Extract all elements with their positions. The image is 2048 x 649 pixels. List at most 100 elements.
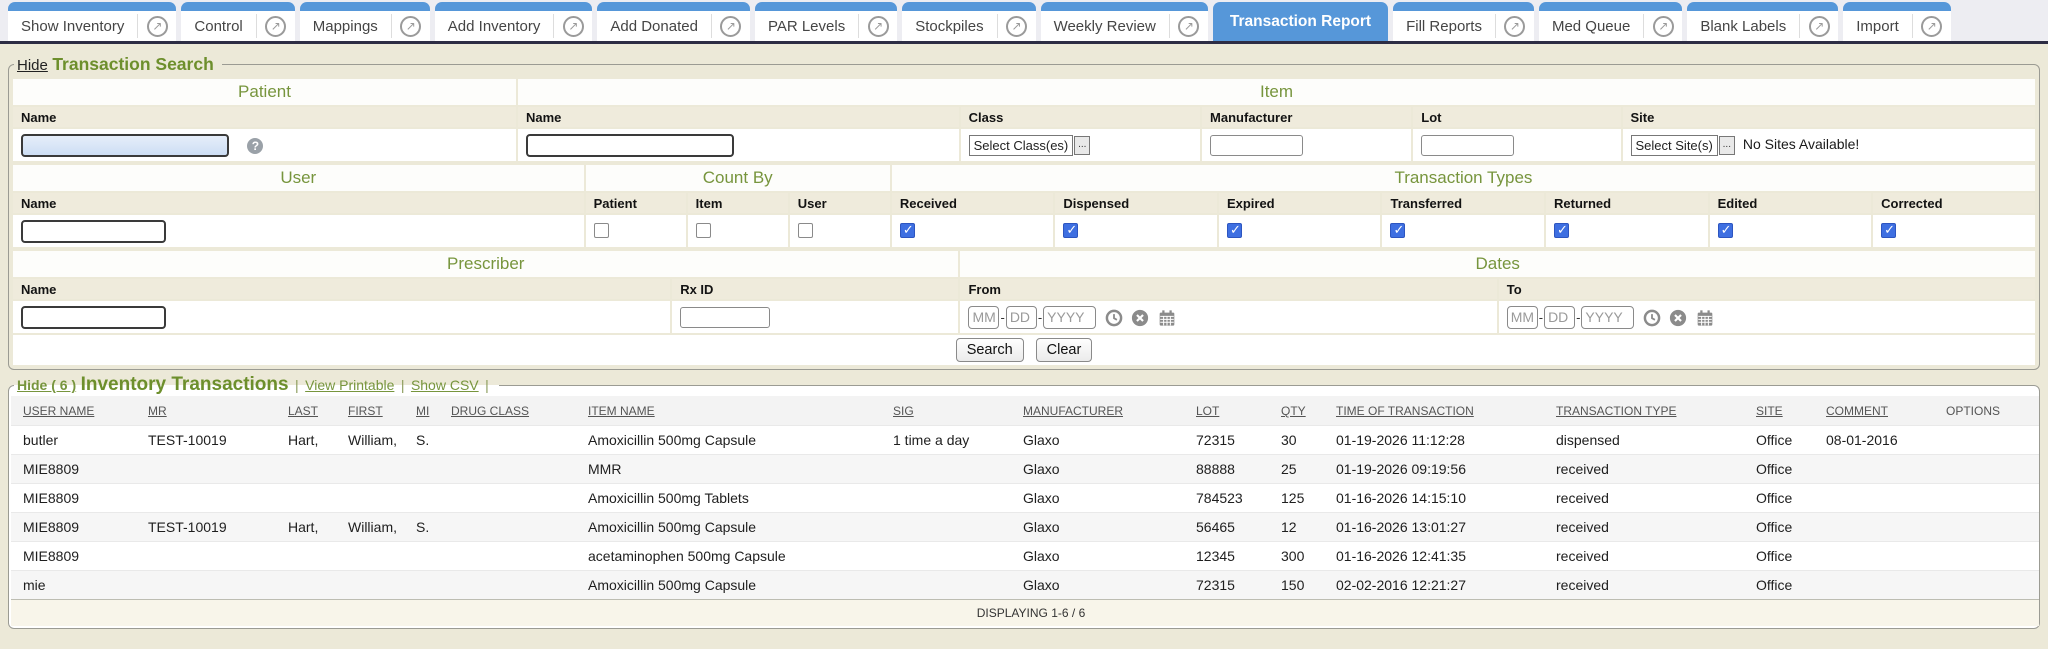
- column-header-comment[interactable]: COMMENT: [1826, 396, 1946, 426]
- column-header-first[interactable]: FIRST: [348, 396, 416, 426]
- table-cell: [1946, 426, 2039, 455]
- view-printable-link[interactable]: View Printable: [305, 377, 394, 393]
- column-header-last[interactable]: LAST: [288, 396, 348, 426]
- tab-par-levels[interactable]: PAR Levels↗: [755, 2, 897, 41]
- popout-icon[interactable]: ↗: [392, 16, 430, 37]
- to-month-input[interactable]: [1507, 306, 1538, 329]
- type-transferred-label: Transferred: [1382, 193, 1544, 213]
- tab-blank-labels[interactable]: Blank Labels↗: [1687, 2, 1838, 41]
- to-day-input[interactable]: [1544, 306, 1575, 329]
- tab-control[interactable]: Control↗: [181, 2, 294, 41]
- item-name-input[interactable]: [526, 134, 734, 157]
- to-clock-icon[interactable]: [1643, 309, 1661, 327]
- table-cell: 01-16-2026 13:01:27: [1336, 513, 1556, 542]
- popout-icon[interactable]: ↗: [859, 16, 897, 37]
- column-header-sig[interactable]: SIG: [893, 396, 1023, 426]
- tab-transaction-report[interactable]: Transaction Report: [1213, 2, 1388, 41]
- search-button[interactable]: Search: [956, 338, 1024, 362]
- table-cell: mie: [11, 571, 148, 600]
- column-header-manufacturer[interactable]: MANUFACTURER: [1023, 396, 1196, 426]
- type-returned-label: Returned: [1546, 193, 1708, 213]
- hide-results-link[interactable]: Hide ( 6 ): [17, 377, 76, 393]
- popout-icon[interactable]: ↗: [998, 16, 1036, 37]
- countby-user-checkbox[interactable]: [798, 223, 813, 238]
- type-transferred-checkbox[interactable]: [1390, 223, 1405, 238]
- countby-item-checkbox[interactable]: [696, 223, 711, 238]
- popout-icon[interactable]: ↗: [138, 16, 176, 37]
- popout-icon[interactable]: ↗: [554, 16, 592, 37]
- column-header-user-name[interactable]: USER NAME: [11, 396, 148, 426]
- item-site-label: Site: [1623, 107, 2035, 127]
- table-cell: TEST-10019: [148, 513, 288, 542]
- type-returned-checkbox[interactable]: [1554, 223, 1569, 238]
- type-edited-checkbox[interactable]: [1718, 223, 1733, 238]
- type-expired-checkbox[interactable]: [1227, 223, 1242, 238]
- popout-icon[interactable]: ↗: [1913, 16, 1951, 37]
- column-header-qty[interactable]: QTY: [1281, 396, 1336, 426]
- clear-button[interactable]: Clear: [1036, 338, 1093, 362]
- rx-id-input[interactable]: [680, 307, 770, 328]
- column-header-mr[interactable]: MR: [148, 396, 288, 426]
- to-year-input[interactable]: [1581, 306, 1634, 329]
- popout-icon[interactable]: ↗: [1800, 16, 1838, 37]
- tab-add-inventory[interactable]: Add Inventory↗: [435, 2, 593, 41]
- select-classes-ellipsis-button[interactable]: ...: [1074, 136, 1090, 155]
- table-cell: [1946, 484, 2039, 513]
- countby-user-label: User: [790, 193, 890, 213]
- tab-show-inventory[interactable]: Show Inventory↗: [8, 2, 176, 41]
- countby-patient-checkbox[interactable]: [594, 223, 609, 238]
- manufacturer-input[interactable]: [1210, 135, 1303, 156]
- from-year-input[interactable]: [1043, 306, 1096, 329]
- column-header-time-of-transaction[interactable]: TIME OF TRANSACTION: [1336, 396, 1556, 426]
- type-received-checkbox[interactable]: [900, 223, 915, 238]
- column-header-item-name[interactable]: ITEM NAME: [588, 396, 893, 426]
- user-name-input[interactable]: [21, 220, 166, 243]
- to-calendar-icon[interactable]: [1696, 309, 1714, 327]
- tab-fill-reports[interactable]: Fill Reports↗: [1393, 2, 1534, 41]
- tab-import[interactable]: Import↗: [1843, 2, 1951, 41]
- column-header-transaction-type[interactable]: TRANSACTION TYPE: [1556, 396, 1756, 426]
- show-csv-link[interactable]: Show CSV: [411, 377, 479, 393]
- help-icon[interactable]: ?: [247, 138, 263, 154]
- select-sites-ellipsis-button[interactable]: ...: [1719, 136, 1735, 155]
- select-classes-button[interactable]: Select Class(es): [969, 135, 1074, 156]
- tab-weekly-review[interactable]: Weekly Review↗: [1041, 2, 1208, 41]
- select-sites-button[interactable]: Select Site(s): [1631, 135, 1718, 156]
- column-header-site[interactable]: SITE: [1756, 396, 1826, 426]
- from-calendar-icon[interactable]: [1158, 309, 1176, 327]
- table-row: butlerTEST-10019Hart,William,S.Amoxicill…: [11, 426, 2039, 455]
- table-cell: Office: [1756, 426, 1826, 455]
- popout-icon[interactable]: ↗: [1170, 16, 1208, 37]
- column-header-drug-class[interactable]: DRUG CLASS: [451, 396, 588, 426]
- tab-label: Import: [1843, 18, 1912, 35]
- tab-mappings[interactable]: Mappings↗: [300, 2, 430, 41]
- popout-icon[interactable]: ↗: [712, 16, 750, 37]
- tab-add-donated[interactable]: Add Donated↗: [597, 2, 750, 41]
- tab-med-queue[interactable]: Med Queue↗: [1539, 2, 1682, 41]
- from-clear-date-icon[interactable]: [1131, 309, 1149, 327]
- table-cell: [348, 484, 416, 513]
- popout-icon[interactable]: ↗: [1496, 16, 1534, 37]
- table-row: MIE8809Amoxicillin 500mg TabletsGlaxo784…: [11, 484, 2039, 513]
- lot-input[interactable]: [1421, 135, 1514, 156]
- patient-name-input[interactable]: [21, 134, 229, 157]
- tab-stockpiles[interactable]: Stockpiles↗: [902, 2, 1035, 41]
- column-header-lot[interactable]: LOT: [1196, 396, 1281, 426]
- type-dispensed-checkbox[interactable]: [1063, 223, 1078, 238]
- table-cell: received: [1556, 571, 1756, 600]
- table-cell: TEST-10019: [148, 426, 288, 455]
- column-header-mi[interactable]: MI: [416, 396, 451, 426]
- popout-icon[interactable]: ↗: [1644, 16, 1682, 37]
- prescriber-section-header: Prescriber: [13, 251, 958, 277]
- type-corrected-checkbox[interactable]: [1881, 223, 1896, 238]
- from-month-input[interactable]: [968, 306, 999, 329]
- tab-bar: Show Inventory↗Control↗Mappings↗Add Inve…: [0, 0, 2048, 44]
- from-day-input[interactable]: [1006, 306, 1037, 329]
- popout-icon[interactable]: ↗: [257, 16, 295, 37]
- prescriber-name-input[interactable]: [21, 306, 166, 329]
- hide-search-link[interactable]: Hide: [17, 57, 48, 74]
- tab-label: Show Inventory: [8, 18, 137, 35]
- from-clock-icon[interactable]: [1105, 309, 1123, 327]
- to-clear-date-icon[interactable]: [1669, 309, 1687, 327]
- table-cell: Glaxo: [1023, 484, 1196, 513]
